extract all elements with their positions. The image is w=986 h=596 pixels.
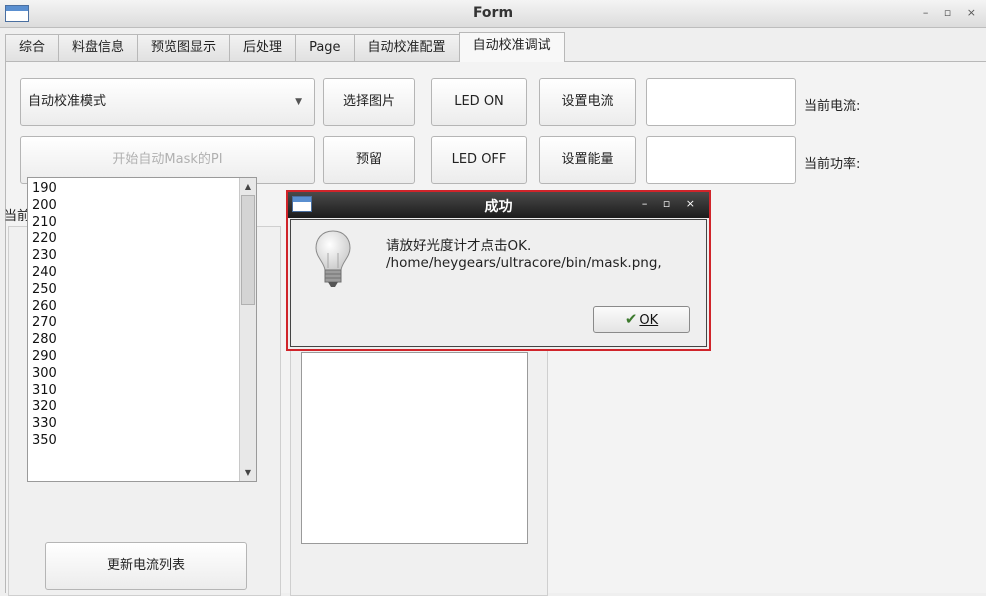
list-item[interactable]: 290 (32, 349, 57, 366)
scroll-thumb[interactable] (241, 195, 255, 305)
ok-button-label: OK (639, 313, 659, 328)
current-input[interactable] (646, 78, 796, 126)
checkmark-icon: ✔ (624, 310, 638, 328)
tab-postprocess[interactable]: 后处理 (229, 34, 297, 62)
list-item[interactable]: 200 (32, 198, 57, 215)
current-listbox[interactable]: 190 200 210 220 230 240 250 260 270 280 … (27, 177, 257, 482)
window-controls[interactable]: – ▫ × (923, 6, 982, 19)
tab-page[interactable]: Page (295, 34, 355, 62)
reserve-button[interactable]: 预留 (323, 136, 415, 184)
select-image-button[interactable]: 选择图片 (323, 78, 415, 126)
current-label: 当前电流: (804, 99, 861, 114)
list-item[interactable]: 300 (32, 366, 57, 383)
energy-input[interactable] (646, 136, 796, 184)
scroll-up-icon[interactable]: ▲ (240, 178, 256, 195)
set-energy-button[interactable]: 设置能量 (539, 136, 636, 184)
tab-general[interactable]: 综合 (5, 34, 60, 62)
list-item[interactable]: 280 (32, 332, 57, 349)
list-item[interactable]: 270 (32, 315, 57, 332)
list-item[interactable]: 220 (32, 231, 57, 248)
secondary-list[interactable] (301, 352, 528, 544)
mode-select[interactable]: 自动校准模式 ▼ (20, 78, 315, 126)
list-item[interactable]: 310 (32, 383, 57, 400)
window-title: Form (472, 5, 514, 21)
tab-auto-calib-debug[interactable]: 自动校准调试 (458, 32, 565, 62)
list-item[interactable]: 190 (32, 181, 57, 198)
power-label: 当前功率: (804, 157, 861, 172)
list-item[interactable]: 250 (32, 282, 57, 299)
dialog-window-controls[interactable]: – ▫ × (642, 197, 701, 210)
list-item[interactable]: 240 (32, 265, 57, 282)
dialog-message: 请放好光度计才点击OK. /home/heygears/ultracore/bi… (386, 238, 662, 272)
tab-preview[interactable]: 预览图显示 (137, 34, 231, 62)
set-current-button[interactable]: 设置电流 (539, 78, 636, 126)
tab-auto-calib-config[interactable]: 自动校准配置 (353, 34, 460, 62)
list-item[interactable]: 260 (32, 299, 57, 316)
list-item[interactable]: 330 (32, 416, 57, 433)
lightbulb-icon (315, 230, 351, 287)
scroll-down-icon[interactable]: ▼ (240, 464, 256, 481)
list-item[interactable]: 320 (32, 399, 57, 416)
led-on-button[interactable]: LED ON (431, 78, 527, 126)
led-off-button[interactable]: LED OFF (431, 136, 527, 184)
dialog-message-line1: 请放好光度计才点击OK. (386, 238, 532, 254)
list-item[interactable]: 230 (32, 248, 57, 265)
tab-tray-info[interactable]: 料盘信息 (58, 34, 139, 62)
dialog-body: 请放好光度计才点击OK. /home/heygears/ultracore/bi… (290, 219, 707, 347)
ok-button[interactable]: ✔ OK (593, 306, 690, 333)
dialog-titlebar: 成功 – ▫ × (288, 192, 709, 218)
current-list-items: 190 200 210 220 230 240 250 260 270 280 … (32, 181, 57, 450)
mode-select-value: 自动校准模式 (28, 94, 107, 109)
tab-bar: 综合 料盘信息 预览图显示 后处理 Page 自动校准配置 自动校准调试 (5, 32, 565, 62)
window-titlebar: Form – ▫ × (0, 0, 986, 28)
list-item[interactable]: 210 (32, 215, 57, 232)
update-current-list-button[interactable]: 更新电流列表 (45, 542, 247, 590)
list-scrollbar[interactable]: ▲ ▼ (239, 178, 256, 481)
chevron-down-icon: ▼ (295, 97, 302, 107)
success-dialog: 成功 – ▫ × 请放好光度计才点击OK. /home/heygears/ult… (286, 190, 711, 351)
list-item[interactable]: 350 (32, 433, 57, 450)
dialog-message-line2: /home/heygears/ultracore/bin/mask.png, (386, 255, 662, 271)
